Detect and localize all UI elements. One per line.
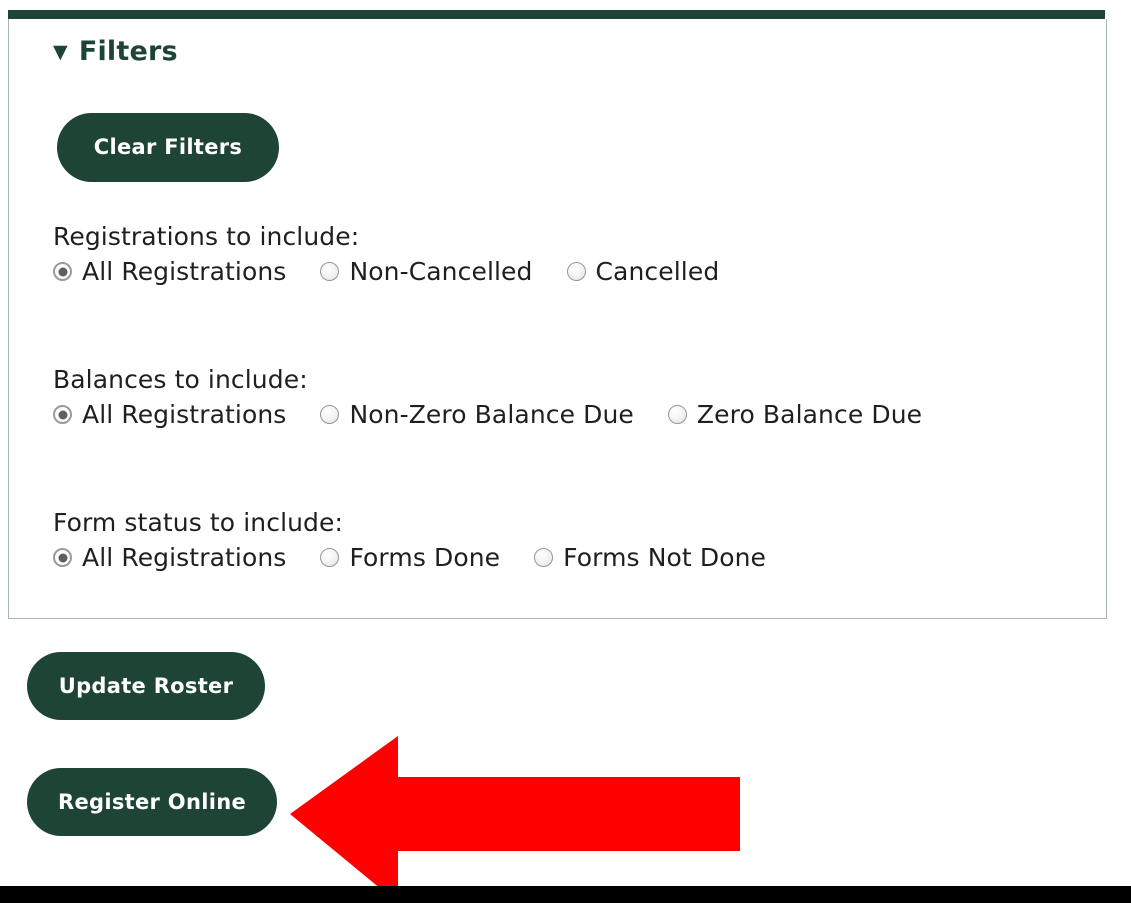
radio-balances-all[interactable]: All Registrations (53, 402, 286, 427)
radio-indicator-icon[interactable] (320, 262, 340, 282)
radio-label: Zero Balance Due (696, 400, 923, 430)
radio-label: Forms Not Done (563, 543, 767, 573)
clear-filters-button[interactable]: Clear Filters (57, 113, 279, 182)
radio-indicator-icon[interactable] (667, 405, 687, 425)
register-online-button[interactable]: Register Online (27, 768, 277, 836)
radio-indicator-icon[interactable] (320, 405, 340, 425)
radio-balances-zero[interactable]: Zero Balance Due (667, 400, 923, 430)
radio-formstatus-all[interactable]: All Registrations (53, 545, 286, 570)
radio-label: Cancelled (595, 257, 720, 287)
radio-group-balances: All Registrations Non-Zero Balance Due Z… (53, 402, 922, 427)
radio-label: All Registrations (82, 400, 287, 430)
radio-indicator-icon[interactable] (53, 262, 72, 282)
filter-group-label: Balances to include: (53, 365, 308, 394)
chevron-down-icon[interactable]: ▼ (53, 43, 68, 62)
radio-label: Non-Zero Balance Due (349, 400, 634, 430)
radio-indicator-icon[interactable] (53, 548, 72, 568)
top-green-rule (8, 10, 1105, 19)
filter-group-form-status: Form status to include: All Registration… (53, 508, 766, 570)
filter-group-label: Form status to include: (53, 508, 344, 537)
filter-group-label: Registrations to include: (53, 222, 360, 251)
radio-group-form-status: All Registrations Forms Done Forms Not D… (53, 545, 766, 570)
radio-indicator-icon[interactable] (566, 262, 586, 282)
radio-registrations-cancelled[interactable]: Cancelled (566, 257, 720, 287)
filters-panel-header[interactable]: ▼ Filters (53, 36, 178, 67)
radio-registrations-non-cancelled[interactable]: Non-Cancelled (320, 259, 532, 284)
filter-group-registrations: Registrations to include: All Registrati… (53, 222, 719, 284)
radio-formstatus-forms-done[interactable]: Forms Done (320, 545, 500, 570)
radio-balances-non-zero[interactable]: Non-Zero Balance Due (320, 400, 634, 430)
radio-registrations-all[interactable]: All Registrations (53, 259, 286, 284)
filter-group-balances: Balances to include: All Registrations N… (53, 365, 922, 427)
radio-group-registrations: All Registrations Non-Cancelled Cancelle… (53, 259, 719, 284)
radio-formstatus-forms-not-done[interactable]: Forms Not Done (534, 545, 766, 570)
radio-indicator-icon[interactable] (53, 405, 72, 425)
radio-label: Forms Done (349, 543, 501, 573)
radio-indicator-icon[interactable] (534, 548, 554, 568)
page-title: Filters (78, 36, 178, 67)
radio-label: Non-Cancelled (349, 257, 533, 287)
filters-panel: ▼ Filters Clear Filters Registrations to… (8, 19, 1107, 619)
radio-indicator-icon[interactable] (320, 548, 340, 568)
update-roster-button[interactable]: Update Roster (27, 652, 265, 720)
bottom-black-bar (0, 886, 1131, 903)
radio-label: All Registrations (82, 257, 287, 287)
radio-label: All Registrations (82, 543, 287, 573)
left-arrow-annotation-icon (290, 736, 740, 903)
